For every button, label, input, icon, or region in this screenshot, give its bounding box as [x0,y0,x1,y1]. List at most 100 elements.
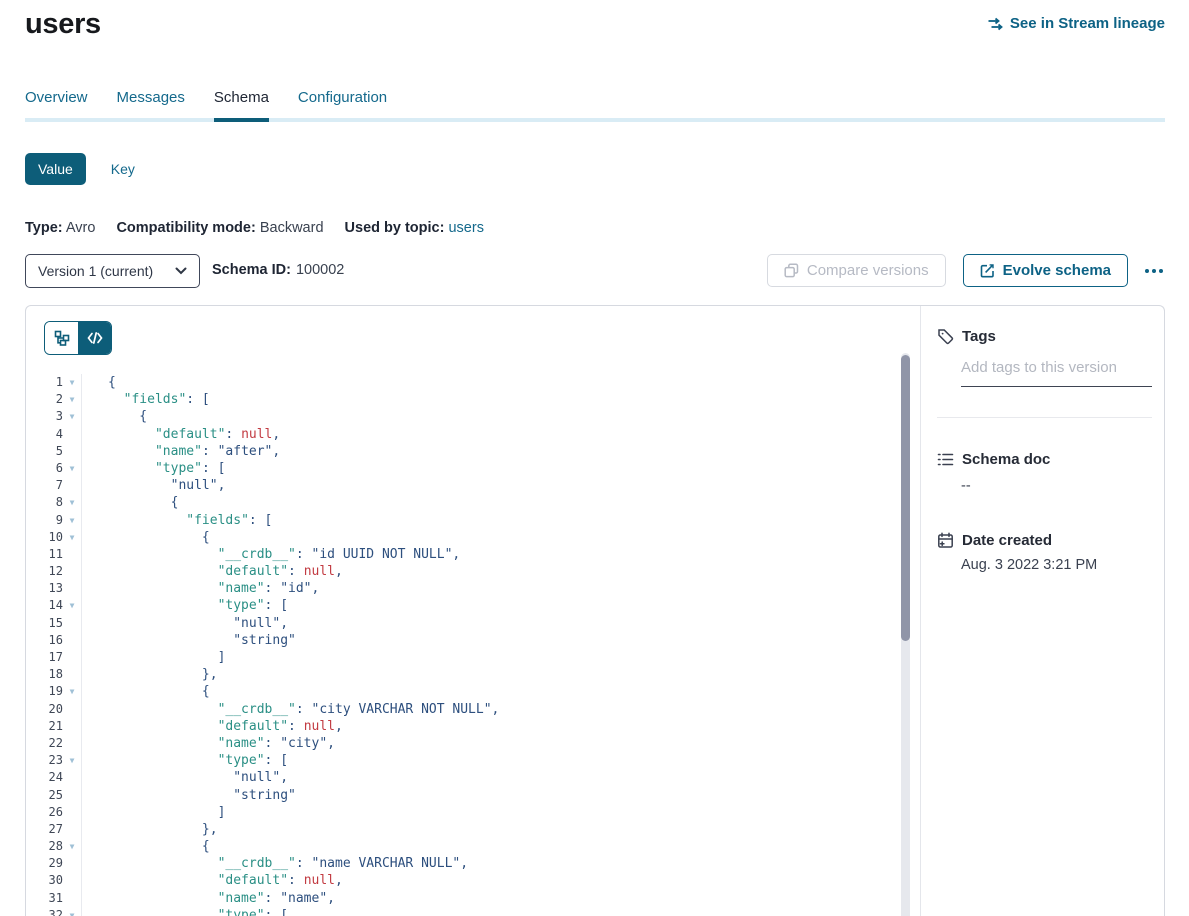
tags-section-header: Tags [937,326,1152,346]
fold-gutter [63,855,81,872]
code-line: 17 ] [26,649,898,666]
schema-code-editor[interactable]: 1▼{2▼ "fields": [3▼ {4 "default": null,5… [26,306,921,916]
schema-doc-title: Schema doc [962,451,1050,468]
code-text: "type": [ [81,907,898,916]
version-select[interactable]: Version 1 (current) [25,254,200,288]
schema-doc-section: Schema doc -- [937,449,1152,494]
fold-toggle-icon[interactable]: ▼ [63,512,81,529]
line-number: 24 [26,769,63,786]
version-bar: Version 1 (current) Schema ID: 100002 Com… [25,254,1165,288]
line-number: 30 [26,872,63,889]
code-text: "default": null, [81,718,898,735]
schema-id-value: 100002 [296,262,344,278]
line-number: 11 [26,546,63,563]
tab-messages[interactable]: Messages [117,89,185,118]
code-text: "name": "after", [81,443,898,460]
line-number: 13 [26,580,63,597]
fold-toggle-icon[interactable]: ▼ [63,408,81,425]
code-line: 30 "default": null, [26,872,898,889]
tab-configuration[interactable]: Configuration [298,89,387,118]
tab-key-link[interactable]: Key [111,161,135,177]
code-line: 21 "default": null, [26,718,898,735]
fold-toggle-icon[interactable]: ▼ [63,529,81,546]
line-number: 8 [26,494,63,511]
line-number: 10 [26,529,63,546]
fold-gutter [63,787,81,804]
editor-view-toggle [44,321,112,355]
code-view-button[interactable] [78,322,111,354]
editor-scrollbar-thumb[interactable] [901,355,910,641]
line-number: 32 [26,907,63,916]
fold-toggle-icon[interactable]: ▼ [63,683,81,700]
code-line: 7 "null", [26,477,898,494]
code-text: "default": null, [81,563,898,580]
page-title: users [25,8,101,41]
tags-input-wrap [961,359,1152,387]
line-number: 7 [26,477,63,494]
fold-toggle-icon[interactable]: ▼ [63,391,81,408]
fold-gutter [63,804,81,821]
calendar-plus-icon [937,532,954,549]
fold-toggle-icon[interactable]: ▼ [63,838,81,855]
stream-lineage-icon [987,17,1003,31]
type-label: Type: [25,220,63,236]
code-text: "type": [ [81,597,898,614]
code-text: "string" [81,787,898,804]
schema-sidebar: Tags Schema doc -- [921,306,1164,916]
code-text: "fields": [ [81,391,898,408]
compare-versions-button[interactable]: Compare versions [767,254,946,287]
code-line: 10▼ { [26,529,898,546]
fold-toggle-icon[interactable]: ▼ [63,752,81,769]
code-line: 28▼ { [26,838,898,855]
tree-view-icon [54,330,70,346]
schema-id-label: Schema ID: [212,262,291,278]
tree-view-button[interactable] [45,322,78,354]
code-text: "string" [81,632,898,649]
tab-value-button[interactable]: Value [25,153,86,185]
fold-toggle-icon[interactable]: ▼ [63,374,81,391]
code-text: "type": [ [81,752,898,769]
fold-toggle-icon[interactable]: ▼ [63,907,81,916]
edit-box-icon [980,263,995,278]
line-number: 20 [26,701,63,718]
evolve-schema-button[interactable]: Evolve schema [963,254,1128,287]
code-line: 1▼{ [26,374,898,391]
tags-input[interactable] [961,359,1152,376]
line-number: 21 [26,718,63,735]
code-text: { [81,683,898,700]
code-line: 9▼ "fields": [ [26,512,898,529]
fold-gutter [63,735,81,752]
tag-icon [937,328,954,345]
used-by-topic-link[interactable]: users [448,220,483,236]
line-number: 17 [26,649,63,666]
date-created-value: Aug. 3 2022 3:21 PM [961,557,1152,573]
code-line: 14▼ "type": [ [26,597,898,614]
tab-overview[interactable]: Overview [25,89,88,118]
compare-copy-icon [784,263,799,278]
fold-gutter [63,701,81,718]
editor-scrollbar-track[interactable] [901,353,910,916]
fold-toggle-icon[interactable]: ▼ [63,460,81,477]
fold-toggle-icon[interactable]: ▼ [63,494,81,511]
line-number: 15 [26,615,63,632]
line-number: 2 [26,391,63,408]
value-key-toggle: Value Key [25,153,135,185]
compare-versions-label: Compare versions [807,262,929,279]
code-line: 13 "name": "id", [26,580,898,597]
code-line: 32▼ "type": [ [26,907,898,916]
code-text: "name": "id", [81,580,898,597]
line-number: 3 [26,408,63,425]
code-line: 31 "name": "name", [26,890,898,907]
line-number: 14 [26,597,63,614]
fold-gutter [63,615,81,632]
chevron-down-icon [175,267,187,275]
line-number: 19 [26,683,63,700]
see-in-stream-lineage-link[interactable]: See in Stream lineage [987,15,1165,32]
fold-toggle-icon[interactable]: ▼ [63,597,81,614]
tab-schema[interactable]: Schema [214,89,269,118]
code-line: 11 "__crdb__": "id UUID NOT NULL", [26,546,898,563]
more-actions-button[interactable] [1143,263,1165,279]
line-number: 26 [26,804,63,821]
code-line: 6▼ "type": [ [26,460,898,477]
code-text: { [81,408,898,425]
